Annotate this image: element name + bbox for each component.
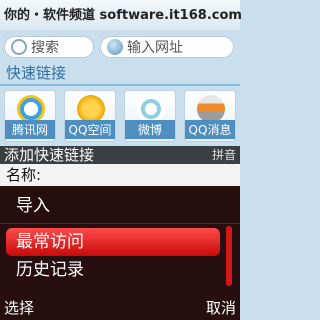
url-input[interactable]: 输入网址 bbox=[100, 36, 234, 58]
shortcut-label: 微博 bbox=[125, 120, 175, 139]
shortcut-qq-message[interactable]: QQ消息 bbox=[184, 90, 236, 142]
url-placeholder: 输入网址 bbox=[127, 40, 183, 56]
tencent-icon bbox=[17, 95, 45, 123]
search-box[interactable]: 搜索 bbox=[4, 36, 94, 58]
message-icon bbox=[197, 95, 225, 123]
cancel-softkey[interactable]: 取消 bbox=[206, 296, 236, 320]
divider bbox=[0, 84, 240, 86]
menu-item-most-visited[interactable]: 最常访问 bbox=[6, 228, 220, 256]
quick-links-title: 快速链接 bbox=[6, 64, 67, 82]
watermark: 你的・软件频道 software.it168.com bbox=[4, 8, 242, 23]
shortcut-weibo[interactable]: 微博 bbox=[124, 90, 176, 142]
options-menu: 导入 最常访问 历史记录 bbox=[0, 186, 240, 296]
panel-title: 添加快速链接 bbox=[4, 146, 95, 164]
select-softkey[interactable]: 选择 bbox=[4, 296, 34, 320]
panel-header: 添加快速链接 拼音 bbox=[0, 146, 240, 164]
qzone-icon bbox=[77, 95, 105, 123]
shortcut-label: 腾讯网 bbox=[5, 120, 55, 139]
name-label: 名称: bbox=[6, 166, 42, 184]
search-icon bbox=[11, 39, 27, 55]
status-bar: 你的・软件频道 software.it168.com bbox=[0, 0, 242, 30]
scrollbar[interactable] bbox=[226, 226, 232, 286]
search-placeholder: 搜索 bbox=[31, 40, 59, 56]
menu-item-import[interactable]: 导入 bbox=[6, 192, 220, 220]
shortcut-grid: 腾讯网 QQ空间 微博 QQ消息 bbox=[4, 90, 240, 142]
globe-icon bbox=[107, 39, 123, 55]
search-row: 搜索 输入网址 bbox=[0, 30, 240, 60]
shortcut-label: QQ消息 bbox=[185, 120, 235, 139]
menu-divider bbox=[0, 223, 240, 224]
name-field[interactable]: 名称: bbox=[0, 164, 240, 186]
shortcut-qzone[interactable]: QQ空间 bbox=[64, 90, 116, 142]
menu-item-history[interactable]: 历史记录 bbox=[6, 256, 220, 284]
input-mode-indicator: 拼音 bbox=[211, 148, 236, 162]
softkey-bar: 选择 取消 bbox=[0, 296, 240, 320]
shortcut-tencent[interactable]: 腾讯网 bbox=[4, 90, 56, 142]
shortcut-label: QQ空间 bbox=[65, 120, 115, 139]
weibo-icon bbox=[137, 95, 165, 123]
